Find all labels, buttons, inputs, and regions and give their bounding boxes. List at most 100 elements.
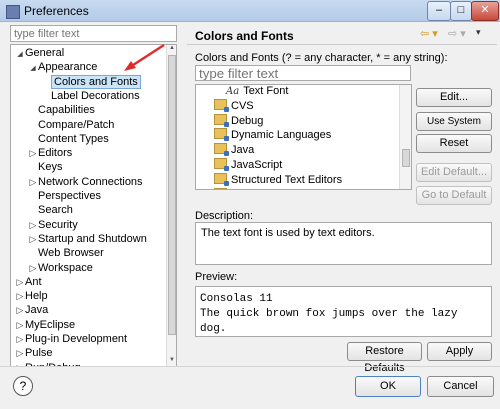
window-title: Preferences [24, 4, 89, 18]
tree-item-label: Security [38, 218, 78, 231]
tree-item-label: Ant [25, 275, 42, 288]
tree-item[interactable]: Ant [15, 275, 42, 289]
expand-icon[interactable] [15, 303, 25, 317]
tree-item[interactable]: Workspace [28, 261, 93, 275]
preview-box: Consolas 11 The quick brown fox jumps ov… [195, 286, 492, 337]
close-button[interactable]: ✕ [471, 1, 499, 21]
tree-item[interactable]: Startup and Shutdown [28, 232, 147, 246]
tree-item[interactable]: Appearance [28, 60, 97, 74]
use-system-font-button[interactable]: Use System Font [416, 112, 492, 144]
tree-item[interactable]: General [15, 46, 64, 60]
font-tree-item-label: Text C... [231, 189, 271, 190]
tree-item[interactable]: Java [15, 303, 48, 317]
edit-button[interactable]: Edit... [416, 88, 492, 107]
tree-item[interactable]: MyEclipse [15, 318, 75, 332]
tree-item-label: Workspace [38, 261, 93, 274]
expand-icon[interactable] [28, 146, 38, 160]
font-tree-item[interactable]: Aa Text Font [226, 85, 288, 99]
tree-item-label: Startup and Shutdown [38, 232, 147, 245]
folder-icon [214, 128, 229, 142]
tree-item-label: Keys [38, 161, 63, 174]
tree-item[interactable]: Content Types [28, 132, 109, 146]
font-tree-scrollbar[interactable] [399, 85, 411, 189]
tree-item-label: Label Decorations [51, 89, 140, 102]
folder-icon [214, 98, 229, 112]
font-scroll-thumb[interactable] [402, 149, 410, 167]
reset-button[interactable]: Reset [416, 134, 492, 153]
expand-icon[interactable] [15, 346, 25, 360]
tree-item[interactable]: Pulse [15, 346, 53, 360]
folder-icon [214, 158, 229, 171]
expand-icon[interactable] [28, 218, 38, 232]
expand-icon[interactable] [15, 289, 25, 303]
restore-defaults-button[interactable]: Restore Defaults [347, 342, 422, 374]
view-menu-icon[interactable]: ▾ [476, 27, 481, 38]
maximize-button[interactable]: □ [450, 1, 472, 21]
tree-item[interactable]: Search [28, 203, 73, 217]
tree-item[interactable]: Capabilities [28, 103, 95, 117]
collapse-icon[interactable] [28, 60, 38, 76]
font-tree-item[interactable]: Text C... [214, 187, 271, 190]
font-tree-item[interactable]: Structured Text Editors [214, 172, 342, 188]
scroll-down-icon[interactable]: ▼ [167, 357, 177, 366]
forward-arrow-icon[interactable]: ⇨ ▾ [448, 27, 466, 40]
font-tree-item[interactable]: Dynamic Languages [214, 128, 331, 143]
colors-fonts-tree[interactable]: Aa Text Font CVS Debug Dynamic Languages Java… [195, 84, 412, 190]
tree-item[interactable]: Editors [28, 146, 72, 160]
collapse-icon[interactable] [15, 46, 25, 62]
expand-icon[interactable] [15, 332, 25, 346]
tree-item-label: Editors [38, 147, 73, 160]
title-bar[interactable]: Preferences – □ ✕ [0, 0, 500, 22]
expand-icon[interactable] [15, 275, 25, 289]
font-tree-item[interactable]: JavaScript [214, 158, 282, 173]
filter-hint-label: Colors and Fonts (? = any character, * =… [195, 52, 448, 64]
preview-label: Preview: [195, 271, 238, 283]
folder-icon [214, 172, 229, 186]
tree-item[interactable]: Perspectives [28, 189, 101, 203]
tree-item[interactable]: Colors and Fonts [41, 74, 141, 89]
tree-item-label: MyEclipse [25, 318, 76, 331]
font-tree-item[interactable]: CVS [214, 98, 254, 114]
tree-item-label: Plug-in Development [25, 333, 128, 345]
tree-item[interactable]: Security [28, 218, 78, 232]
tree-item-label: Capabilities [38, 104, 95, 117]
tree-item[interactable]: Compare/Patch [28, 118, 114, 132]
font-tree-item[interactable]: Debug [214, 113, 264, 129]
font-icon: Aa [226, 86, 240, 97]
edit-default-button[interactable]: Edit Default... [416, 163, 492, 182]
tree-scrollbar[interactable]: ▲ ▼ [166, 45, 176, 366]
description-label: Description: [195, 210, 254, 222]
go-to-default-button[interactable]: Go to Default [416, 186, 492, 205]
apply-button[interactable]: Apply [427, 342, 492, 361]
tree-item[interactable]: Keys [28, 160, 62, 174]
tree-scroll-thumb[interactable] [168, 55, 176, 335]
help-icon[interactable]: ? [13, 376, 33, 396]
tree-item[interactable]: Plug-in Development [15, 332, 127, 346]
expand-icon[interactable] [15, 318, 25, 332]
footer-divider [0, 366, 500, 367]
cancel-button[interactable]: Cancel [427, 376, 494, 397]
minimize-button[interactable]: – [427, 1, 451, 21]
page-title: Colors and Fonts [195, 29, 294, 43]
tree-item-label: Pulse [25, 347, 53, 360]
right-filter-input[interactable] [195, 65, 411, 81]
tree-item[interactable]: Help [15, 289, 48, 303]
expand-icon[interactable] [28, 175, 38, 189]
tree-item-label: General [25, 47, 65, 59]
preference-tree[interactable]: General AppearanceColors and FontsLabel D… [10, 44, 177, 367]
folder-icon [214, 113, 229, 127]
expand-icon[interactable] [28, 232, 38, 246]
header-divider [187, 44, 497, 45]
tree-item-label: Perspectives [38, 190, 101, 202]
ok-button[interactable]: OK [355, 376, 421, 397]
expand-icon[interactable] [28, 261, 38, 275]
back-arrow-icon[interactable]: ⇦ ▾ [420, 27, 438, 40]
font-tree-item-label: Dynamic Languages [231, 129, 332, 142]
tree-item[interactable]: Web Browser [28, 246, 104, 260]
font-tree-item-label: JavaScript [231, 159, 283, 171]
tree-item[interactable]: Label Decorations [41, 89, 140, 103]
font-tree-item-label: Debug [231, 114, 264, 127]
tree-item-label: Colors and Fonts [51, 74, 141, 89]
tree-item[interactable]: Network Connections [28, 175, 143, 189]
font-tree-item[interactable]: Java [214, 143, 254, 158]
